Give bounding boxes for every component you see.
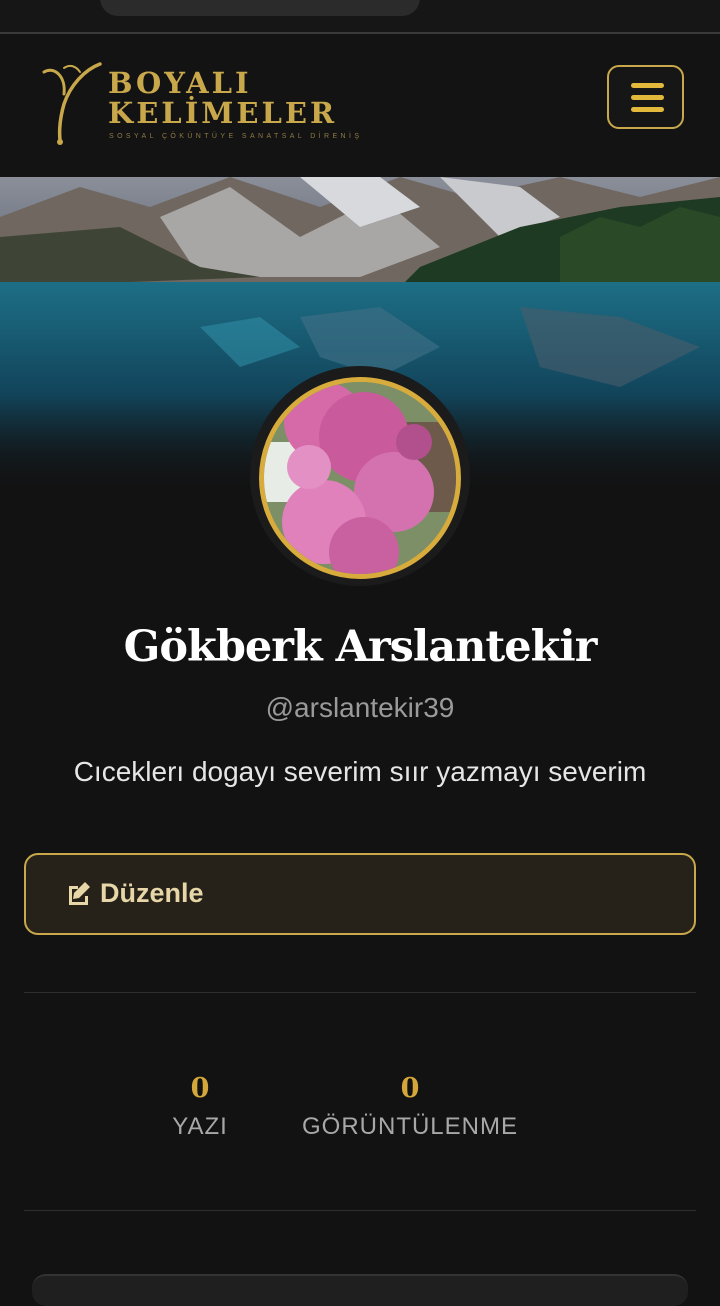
stat-posts-label: YAZI <box>172 1113 228 1140</box>
stat-views-label: GÖRÜNTÜLENME <box>301 1113 518 1140</box>
quill-pen-icon <box>42 62 102 145</box>
browser-url-pill <box>100 0 420 16</box>
logo-title-line2: KELİMELER <box>108 96 338 130</box>
flower-photo <box>264 382 456 574</box>
site-header: BOYALI KELİMELER SOSYAL ÇÖKÜNTÜYE SANATS… <box>0 34 720 177</box>
profile-handle: @arslantekir39 <box>265 692 455 723</box>
stat-views: 0 GÖRÜNTÜLENME <box>290 1073 530 1141</box>
profile-bio: Cıceklerı dogayı severim sıır yazmayı se… <box>73 756 647 787</box>
profile-name: Gökberk Arslantekir <box>123 622 598 672</box>
hamburger-menu-icon-bar <box>631 95 664 100</box>
next-section-card <box>32 1274 688 1306</box>
logo-title-line1: BOYALI <box>108 66 252 100</box>
edit-icon <box>69 882 90 905</box>
menu-button[interactable] <box>607 65 684 129</box>
edit-profile-label: Düzenle <box>100 878 204 908</box>
stat-views-value: 0 <box>400 1073 420 1104</box>
divider-top <box>24 992 696 993</box>
hamburger-menu-icon-bar <box>631 107 664 112</box>
logo-tagline: SOSYAL ÇÖKÜNTÜYE SANATSAL DİRENİŞ <box>109 133 363 140</box>
status-bar <box>0 0 720 34</box>
hamburger-menu-icon <box>631 83 664 88</box>
divider-bottom <box>24 1210 696 1211</box>
stat-posts: 0 YAZI <box>140 1073 260 1141</box>
edit-profile-button[interactable]: Düzenle <box>24 853 696 935</box>
site-logo[interactable]: BOYALI KELİMELER SOSYAL ÇÖKÜNTÜYE SANATS… <box>40 60 370 150</box>
stat-posts-value: 0 <box>190 1073 210 1104</box>
avatar[interactable] <box>259 377 461 579</box>
